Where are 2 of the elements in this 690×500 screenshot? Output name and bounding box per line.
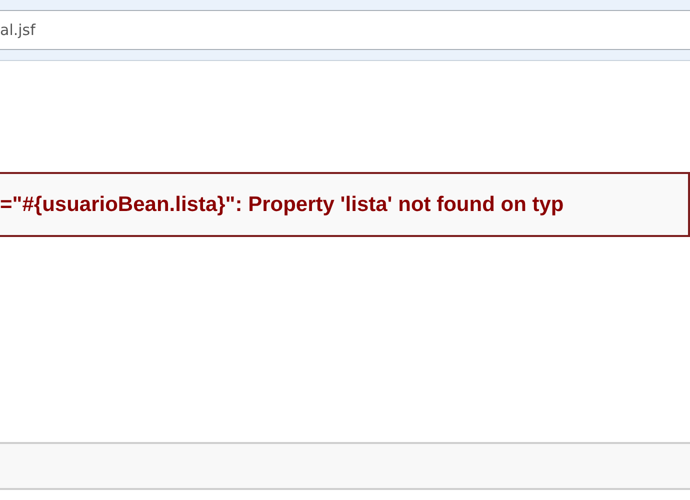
error-message: ="#{usuarioBean.lista}": Property 'lista' not found on typ	[0, 192, 564, 216]
address-field[interactable]: al.jsf	[0, 10, 690, 50]
